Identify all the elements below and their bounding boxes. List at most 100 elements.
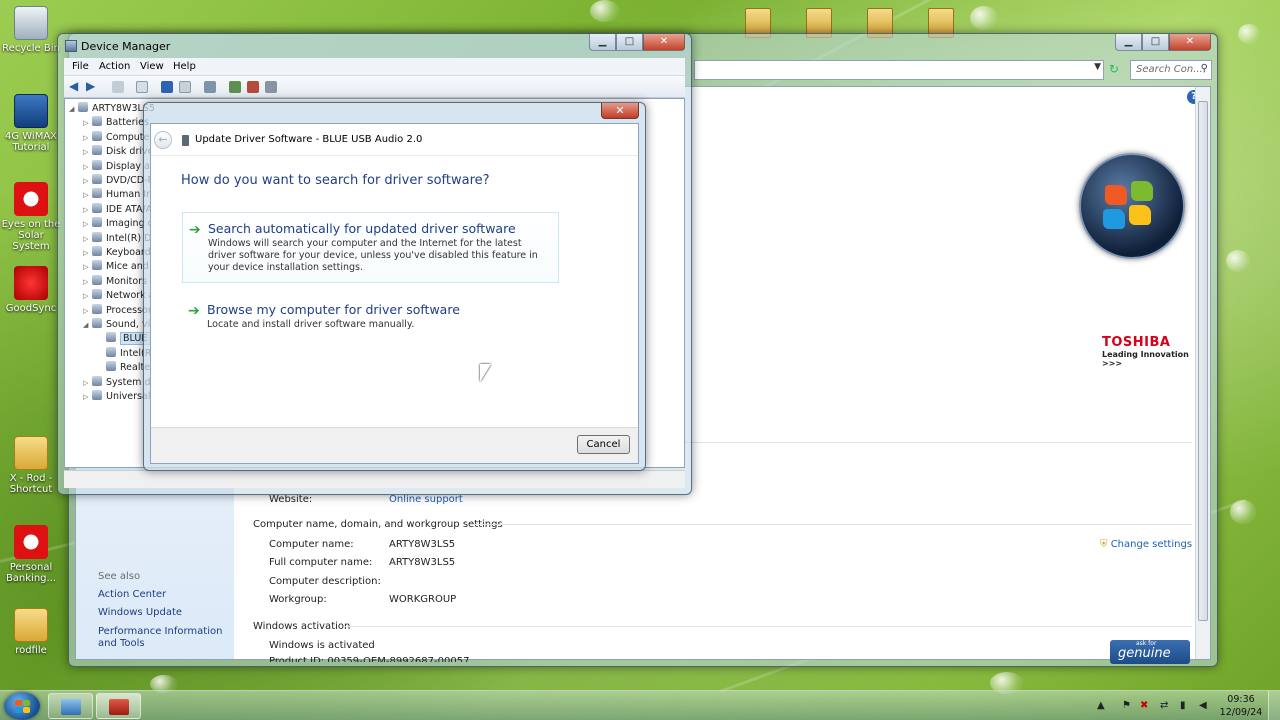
change-settings-link[interactable]: ⛨ Change settings (1100, 539, 1192, 550)
computer-name-label: Computer name: (269, 539, 354, 550)
link-action-center[interactable]: Action Center (98, 589, 166, 601)
tree-item[interactable]: ▷ Monitors (83, 274, 147, 289)
device-icon (92, 318, 102, 328)
action-center-flag-icon[interactable]: ⚑ (1122, 700, 1131, 711)
usb-device-icon (182, 135, 189, 146)
maximize-button[interactable]: □ (1142, 34, 1169, 51)
back-icon[interactable]: ← (154, 131, 172, 149)
tree-expander-icon[interactable]: ▷ (83, 174, 92, 188)
disable-device-icon[interactable] (265, 81, 277, 93)
tree-expander-icon[interactable]: ▷ (83, 289, 92, 303)
desktop-icon-rodfile[interactable]: rodfile (0, 608, 62, 656)
desktop-icon-label: Eyes on the Solar System (1, 219, 61, 252)
refresh-icon[interactable]: ↻ (1109, 62, 1119, 76)
menu-file[interactable]: File (72, 61, 89, 72)
tree-expander-icon[interactable]: ▷ (83, 246, 92, 260)
search-icon[interactable]: ⚲ (1201, 63, 1208, 74)
properties-icon[interactable] (136, 81, 148, 93)
maximize-button[interactable]: □ (616, 34, 643, 51)
update-driver-icon[interactable] (229, 81, 241, 93)
uninstall-icon[interactable] (247, 81, 259, 93)
chevron-down-icon[interactable]: ▼ (1094, 62, 1101, 72)
view-icon[interactable] (179, 81, 191, 93)
device-icon (92, 145, 102, 156)
desktop-icon-solar-system[interactable]: Eyes on the Solar System (0, 182, 62, 252)
minimize-button[interactable]: ▁ (589, 34, 616, 51)
search-placeholder: Search Con... (1136, 64, 1203, 75)
device-icon (92, 217, 102, 228)
tree-item[interactable]: ▷ Batteries (83, 116, 149, 130)
computer-name-value: ARTY8W3LS5 (389, 539, 456, 550)
menu-help[interactable]: Help (173, 61, 196, 72)
close-button[interactable]: ✕ (1169, 34, 1211, 51)
tree-expander-icon[interactable]: ◢ (83, 318, 92, 332)
shield-icon: ⛨ (1100, 539, 1108, 550)
search-input[interactable]: Search Con... ⚲ (1130, 60, 1212, 80)
back-arrow-icon[interactable]: ◀ (69, 79, 81, 93)
tree-expander-icon[interactable]: ▷ (83, 145, 92, 159)
vertical-scrollbar[interactable] (1195, 87, 1210, 659)
online-support-link[interactable]: Online support (389, 494, 463, 505)
tree-expander-icon[interactable]: ▷ (83, 116, 92, 130)
clock[interactable]: 09:36 12/09/24 (1218, 693, 1264, 719)
taskbar-control-panel[interactable] (48, 693, 93, 719)
help-book-icon[interactable] (161, 81, 173, 93)
toshiba-brand: TOSHIBA (1102, 335, 1171, 350)
scan-hardware-icon[interactable] (204, 81, 216, 93)
desktop-icon-goodsync[interactable]: GoodSync (0, 266, 62, 314)
device-icon (92, 289, 102, 300)
divider (471, 524, 1192, 525)
close-button[interactable]: ✕ (643, 34, 685, 51)
tree-expander-icon[interactable]: ▷ (83, 376, 92, 390)
tree-expander-icon[interactable]: ◢ (69, 102, 78, 116)
tree-expander-icon[interactable]: ▷ (83, 390, 92, 404)
taskbar: ▲ ⚑ ✖ ⇄ ▮ ◀ 09:36 12/09/24 (0, 690, 1280, 720)
minimize-button[interactable]: ▁ (1115, 34, 1142, 51)
show-hide-tree-icon[interactable] (112, 81, 124, 93)
full-name-label: Full computer name: (269, 557, 373, 568)
tree-expander-icon[interactable]: ▷ (83, 160, 92, 174)
tree-item[interactable]: ◢ ARTY8W3LS5 (69, 102, 155, 116)
dialog-body: ← Update Driver Software - BLUE USB Audi… (150, 123, 639, 464)
show-desktop-button[interactable] (1268, 691, 1280, 720)
show-hidden-icons[interactable]: ▲ (1097, 700, 1105, 711)
dialog-header: ← Update Driver Software - BLUE USB Audi… (151, 124, 638, 156)
tree-expander-icon[interactable]: ▷ (83, 232, 92, 246)
tree-expander-icon[interactable]: ▷ (83, 188, 92, 202)
website-label: Website: (269, 494, 313, 505)
scrollbar-thumb[interactable] (1198, 101, 1208, 621)
browse-computer-option[interactable]: ➔ Browse my computer for driver software… (182, 294, 559, 339)
cancel-button[interactable]: Cancel (577, 435, 630, 454)
network-error-icon[interactable]: ✖ (1140, 700, 1148, 711)
search-automatically-option[interactable]: ➔ Search automatically for updated drive… (182, 212, 559, 283)
tree-expander-icon[interactable]: ▷ (83, 131, 92, 145)
genuine-small-text: ask for (1136, 640, 1157, 647)
forward-arrow-icon[interactable]: ▶ (86, 79, 98, 93)
desktop-icon-personal-banking[interactable]: Personal Banking... (0, 525, 62, 584)
full-name-value: ARTY8W3LS5 (389, 557, 456, 568)
menu-action[interactable]: Action (99, 61, 130, 72)
option-title: Search automatically for updated driver … (208, 221, 516, 236)
link-performance-info[interactable]: Performance Information and Tools (98, 626, 228, 650)
tree-expander-icon[interactable]: ▷ (83, 203, 92, 217)
taskbar-device-manager[interactable] (96, 693, 141, 719)
clock-time: 09:36 (1227, 694, 1255, 705)
link-windows-update[interactable]: Windows Update (98, 607, 182, 619)
usb-icon[interactable]: ⇄ (1160, 700, 1168, 711)
address-bar[interactable]: ▼ (694, 60, 1104, 80)
start-button[interactable] (4, 692, 40, 720)
desktop-icon-x-rod[interactable]: X - Rod - Shortcut (0, 436, 62, 495)
tree-expander-icon[interactable]: ▷ (83, 275, 92, 289)
menu-view[interactable]: View (140, 61, 164, 72)
signal-icon[interactable]: ▮ (1180, 700, 1186, 711)
genuine-badge[interactable]: ask for genuine (1110, 640, 1190, 664)
description-label: Computer description: (269, 576, 381, 587)
close-button[interactable]: ✕ (601, 103, 639, 119)
tree-expander-icon[interactable]: ▷ (83, 260, 92, 274)
desktop-icon-label: X - Rod - Shortcut (9, 473, 53, 495)
volume-icon[interactable]: ◀ (1199, 700, 1207, 711)
desktop-icon-wimax[interactable]: 4G WiMAX Tutorial (0, 94, 62, 153)
desktop-icon-recycle-bin[interactable]: Recycle Bin (0, 6, 62, 54)
tree-expander-icon[interactable]: ▷ (83, 217, 92, 231)
tree-expander-icon[interactable]: ▷ (83, 304, 92, 318)
